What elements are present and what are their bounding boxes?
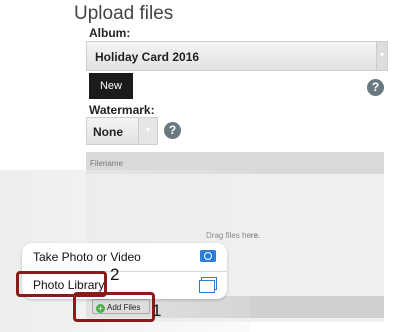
page-title: Upload files [74,3,174,24]
camera-icon [200,250,216,262]
album-select[interactable]: Holiday Card 2016 ▼ [86,41,388,71]
take-photo-option[interactable]: Take Photo or Video [22,243,227,272]
help-icon[interactable]: ? [164,122,181,139]
chevron-down-icon: ▼ [376,42,387,70]
filename-column-header: Filename [90,159,123,168]
take-photo-label: Take Photo or Video [33,250,141,264]
album-select-value: Holiday Card 2016 [95,50,200,64]
chevron-down-icon: ▼ [138,118,157,144]
photo-library-icon [199,277,217,293]
album-label: Album: [89,26,131,40]
new-album-button[interactable]: New [89,73,133,99]
step-number-1: 1 [152,301,162,320]
watermark-select-value: None [93,125,123,139]
highlight-add-files [73,292,155,322]
help-icon[interactable]: ? [367,79,384,96]
watermark-label: Watermark: [89,103,155,117]
watermark-select[interactable]: None ▼ [86,117,158,145]
step-number-2: 2 [110,265,120,284]
